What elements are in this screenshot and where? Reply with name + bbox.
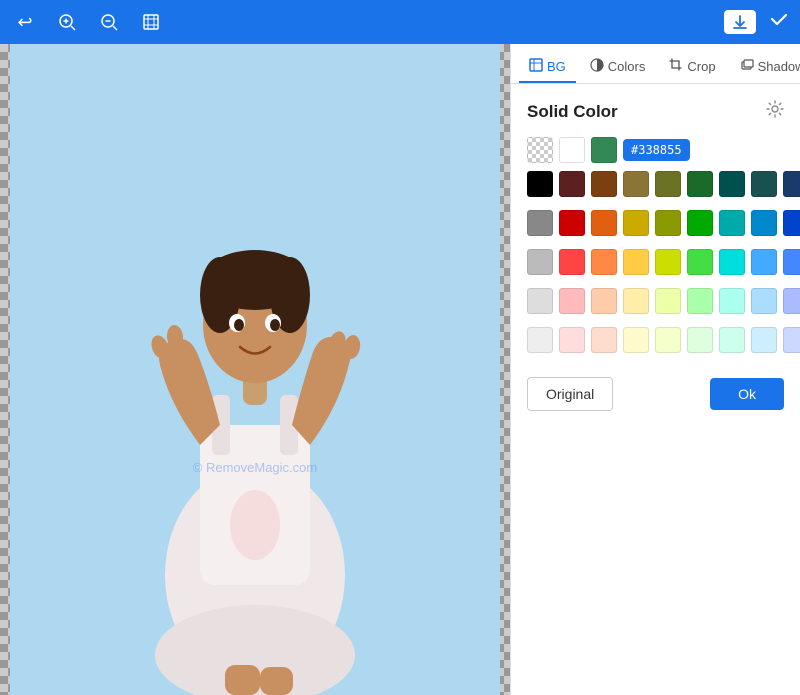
color-swatch[interactable] bbox=[655, 327, 681, 353]
tab-colors-label: Colors bbox=[608, 59, 646, 74]
right-panel: BG Colors Crop bbox=[510, 44, 800, 695]
main-area: © RemoveMagic.com BG bbox=[0, 44, 800, 695]
color-swatch[interactable] bbox=[687, 210, 713, 236]
swatch-row-0 bbox=[527, 171, 784, 197]
fit-button[interactable] bbox=[136, 7, 166, 37]
section-title: Solid Color bbox=[527, 102, 618, 122]
color-swatch[interactable] bbox=[751, 210, 777, 236]
color-swatch[interactable] bbox=[527, 288, 553, 314]
panel-content: Solid Color #338855 Origi bbox=[511, 84, 800, 695]
color-swatch[interactable] bbox=[783, 210, 800, 236]
color-swatch[interactable] bbox=[719, 327, 745, 353]
zoom-in-button[interactable] bbox=[52, 7, 82, 37]
tab-crop[interactable]: Crop bbox=[659, 52, 725, 83]
color-swatch[interactable] bbox=[623, 288, 649, 314]
color-swatch[interactable] bbox=[655, 288, 681, 314]
tab-bg-label: BG bbox=[547, 59, 566, 74]
color-swatch[interactable] bbox=[591, 288, 617, 314]
color-swatch[interactable] bbox=[751, 288, 777, 314]
color-swatch[interactable] bbox=[655, 249, 681, 275]
swatch-row-4 bbox=[527, 327, 784, 353]
color-swatch[interactable] bbox=[527, 210, 553, 236]
color-swatch[interactable] bbox=[719, 171, 745, 197]
buttons-row: Original Ok bbox=[527, 377, 784, 411]
swatches-grid bbox=[527, 171, 784, 361]
color-swatch[interactable] bbox=[527, 327, 553, 353]
confirm-button[interactable] bbox=[768, 8, 790, 36]
color-swatch[interactable] bbox=[783, 171, 800, 197]
color-swatch[interactable] bbox=[559, 210, 585, 236]
color-swatch[interactable] bbox=[719, 210, 745, 236]
swatch-row-3 bbox=[527, 288, 784, 314]
color-swatch[interactable] bbox=[783, 288, 800, 314]
shadows-tab-icon bbox=[740, 58, 754, 75]
color-swatch[interactable] bbox=[623, 210, 649, 236]
zoom-out-button[interactable] bbox=[94, 7, 124, 37]
selected-color-swatch[interactable] bbox=[591, 137, 617, 163]
gear-icon[interactable] bbox=[766, 100, 784, 123]
tab-shadows[interactable]: Shadows bbox=[730, 52, 800, 83]
ok-button[interactable]: Ok bbox=[710, 378, 784, 410]
color-swatch[interactable] bbox=[687, 327, 713, 353]
color-swatch[interactable] bbox=[687, 288, 713, 314]
color-swatch[interactable] bbox=[559, 327, 585, 353]
swatch-row-1 bbox=[527, 210, 784, 236]
canvas-area: © RemoveMagic.com bbox=[0, 44, 510, 695]
image-container: © RemoveMagic.com bbox=[10, 44, 500, 695]
color-swatch[interactable] bbox=[751, 249, 777, 275]
download-button[interactable] bbox=[724, 10, 756, 34]
color-swatch[interactable] bbox=[559, 288, 585, 314]
color-swatch[interactable] bbox=[751, 171, 777, 197]
transparent-swatch[interactable] bbox=[527, 137, 553, 163]
original-button[interactable]: Original bbox=[527, 377, 613, 411]
section-header: Solid Color bbox=[527, 100, 784, 123]
color-swatch[interactable] bbox=[719, 288, 745, 314]
tab-colors[interactable]: Colors bbox=[580, 52, 656, 83]
tab-bg[interactable]: BG bbox=[519, 52, 576, 83]
color-swatch[interactable] bbox=[527, 171, 553, 197]
color-swatch[interactable] bbox=[687, 171, 713, 197]
swatch-row-2 bbox=[527, 249, 784, 275]
crop-tab-icon bbox=[669, 58, 683, 75]
color-swatch[interactable] bbox=[559, 171, 585, 197]
color-swatch[interactable] bbox=[623, 249, 649, 275]
white-swatch[interactable] bbox=[559, 137, 585, 163]
top-toolbar: ↩ bbox=[0, 0, 800, 44]
hex-badge: #338855 bbox=[623, 139, 690, 161]
color-swatch[interactable] bbox=[623, 327, 649, 353]
color-swatch[interactable] bbox=[591, 327, 617, 353]
color-swatch[interactable] bbox=[559, 249, 585, 275]
color-swatch[interactable] bbox=[687, 249, 713, 275]
child-figure bbox=[100, 95, 410, 695]
tab-bar: BG Colors Crop bbox=[511, 44, 800, 84]
undo-button[interactable]: ↩ bbox=[10, 7, 40, 37]
tab-shadows-label: Shadows bbox=[758, 59, 800, 74]
tab-crop-label: Crop bbox=[687, 59, 715, 74]
color-swatch[interactable] bbox=[655, 210, 681, 236]
color-swatch[interactable] bbox=[783, 249, 800, 275]
color-swatch[interactable] bbox=[591, 171, 617, 197]
colors-tab-icon bbox=[590, 58, 604, 75]
color-swatch[interactable] bbox=[719, 249, 745, 275]
color-swatch[interactable] bbox=[751, 327, 777, 353]
color-swatch[interactable] bbox=[527, 249, 553, 275]
top-color-row: #338855 bbox=[527, 137, 784, 163]
color-swatch[interactable] bbox=[623, 171, 649, 197]
color-swatch[interactable] bbox=[591, 210, 617, 236]
color-swatch[interactable] bbox=[783, 327, 800, 353]
bg-tab-icon bbox=[529, 58, 543, 75]
color-swatch[interactable] bbox=[591, 249, 617, 275]
color-swatch[interactable] bbox=[655, 171, 681, 197]
